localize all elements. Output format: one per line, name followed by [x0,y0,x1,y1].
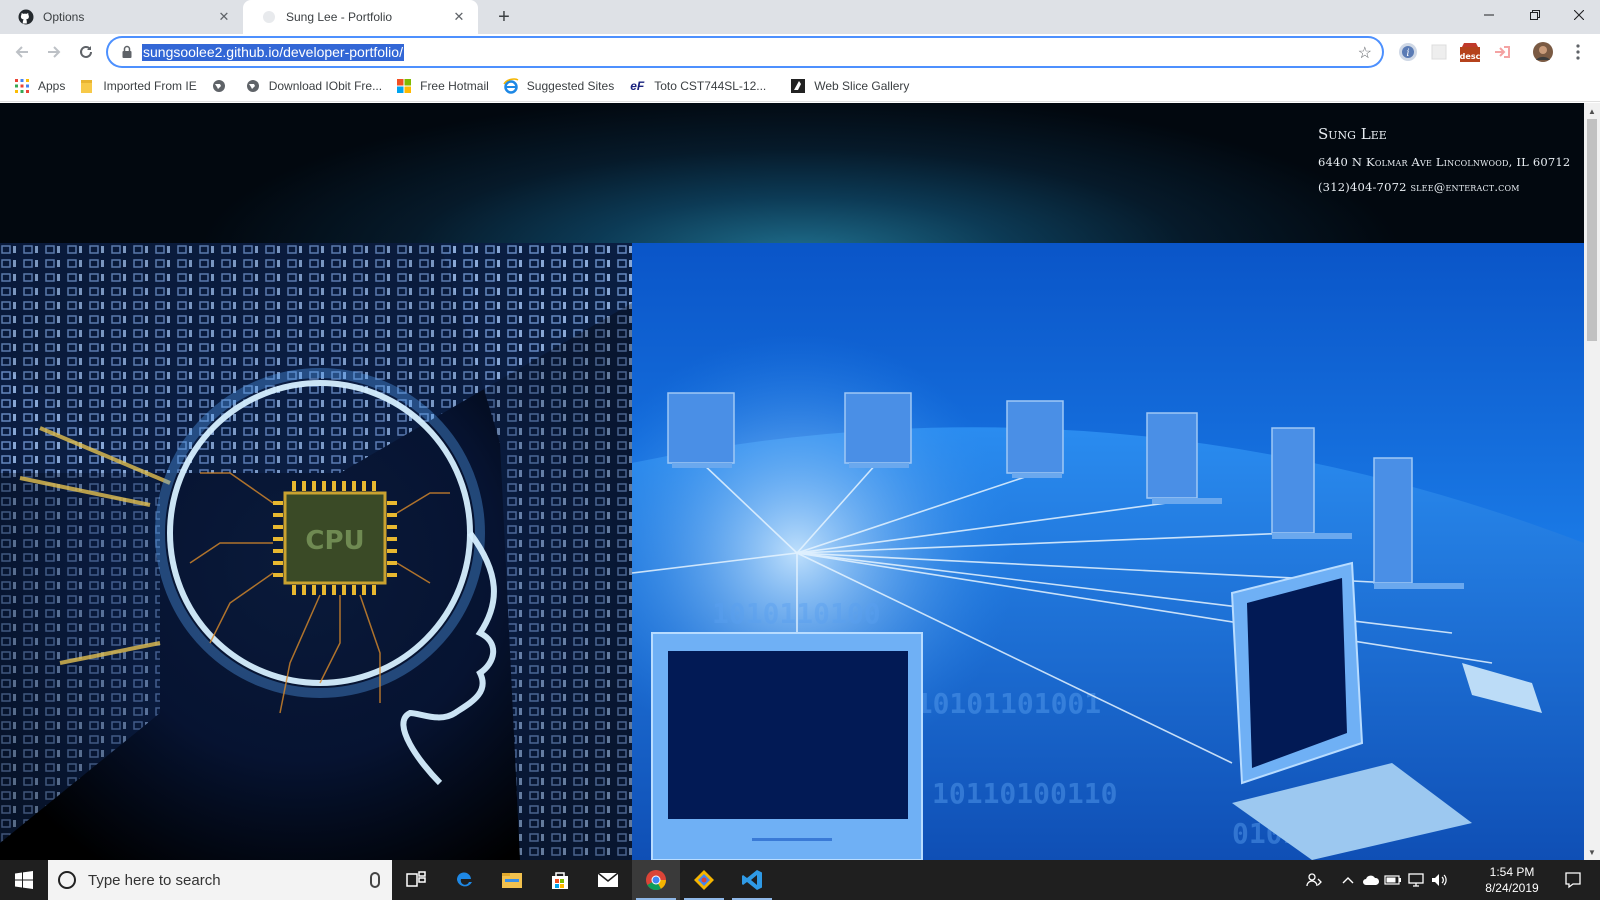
folder-icon [79,78,95,94]
bookmark-label: Apps [38,78,66,93]
bookmark-toto[interactable]: eF Toto CST744SL-12... [628,78,766,94]
store-icon[interactable] [536,860,584,900]
page-scrollbar[interactable]: ▲ ▼ [1584,103,1600,860]
svg-text:i: i [1406,48,1409,59]
tab-title: Options [43,10,85,24]
close-icon[interactable]: ✕ [215,8,233,26]
clock-date: 8/24/2019 [1485,881,1539,895]
close-window-icon[interactable] [1558,0,1600,30]
extension-desc-icon[interactable]: desc [1457,39,1483,65]
bookmark-download-iobit[interactable]: Download IObit Fre... [245,78,382,94]
web-slice-icon [790,78,806,94]
minimize-icon[interactable] [1466,0,1512,30]
people-icon[interactable] [1300,860,1328,900]
bookmark-globe[interactable] [211,78,235,94]
new-tab-button[interactable]: + [492,5,516,29]
cortana-icon [58,871,76,889]
search-placeholder: Type here to search [88,871,221,889]
close-icon[interactable]: ✕ [450,8,468,26]
contact-name: Sung Lee [1318,125,1387,143]
scroll-down-icon[interactable]: ▼ [1584,844,1600,860]
edge-icon[interactable] [440,860,488,900]
bookmark-star-icon[interactable]: ☆ [1358,43,1372,63]
file-explorer-icon[interactable] [488,860,536,900]
chevron-up-icon[interactable] [1338,860,1358,900]
bookmark-label: Web Slice Gallery [814,78,910,93]
ef-icon: eF [630,78,645,93]
windows-start-icon[interactable] [0,860,48,900]
bookmarks-bar: Apps Imported From IE Download IObit Fre… [0,70,1600,102]
globe-icon [211,78,227,94]
svg-text:10110100110: 10110100110 [932,777,1117,810]
scroll-thumb[interactable] [1587,119,1597,341]
network-computers-image: 1010110100 0110101101001 10110100110 010… [632,243,1584,860]
taskbar-search[interactable]: Type here to search [48,860,392,900]
bookmark-label: Free Hotmail [420,78,489,93]
tab-strip: Options ✕ Sung Lee - Portfolio ✕ + [0,0,1600,34]
github-icon [18,9,34,25]
clock-time: 1:54 PM [1489,865,1535,879]
menu-kebab-icon[interactable] [1568,39,1588,65]
bookmark-label: Suggested Sites [526,78,615,93]
task-view-icon[interactable] [392,860,440,900]
address-bar[interactable]: sungsoolee2.github.io/developer-portfoli… [107,37,1383,67]
globe-icon [245,78,261,94]
contact-address: 6440 N Kolmar Ave Lincolnwood, IL 60712 [1318,155,1571,169]
url-text[interactable]: sungsoolee2.github.io/developer-portfoli… [142,44,404,61]
contact-phone-email[interactable]: (312)404-7072 slee@enteract.com [1318,180,1570,194]
reload-icon[interactable] [72,38,100,66]
mail-icon[interactable] [584,860,632,900]
cpu-chip-icon: CPU [273,481,397,595]
sourcetree-icon[interactable] [680,860,728,900]
tab-portfolio[interactable]: Sung Lee - Portfolio ✕ [243,0,478,34]
svg-text:desc: desc [1460,52,1481,61]
svg-text:CPU: CPU [305,526,364,556]
windows-taskbar: Type here to search 1:54 PM 8/24/2019 [0,860,1600,900]
page-icon [261,9,277,25]
bookmark-free-hotmail[interactable]: Free Hotmail [396,78,489,94]
microphone-icon[interactable] [370,872,380,888]
battery-icon[interactable] [1382,860,1404,900]
bookmark-imported-from-ie[interactable]: Imported From IE [79,78,197,94]
extension-grid-icon[interactable] [1426,39,1452,65]
bookmark-suggested-sites[interactable]: Suggested Sites [503,77,615,94]
ie-icon [503,77,519,94]
extension-info-icon[interactable]: i [1395,39,1421,65]
bookmark-web-slice-gallery[interactable]: Web Slice Gallery [790,78,909,94]
network-icon[interactable] [1405,860,1427,900]
page-viewport: Sung Lee 6440 N Kolmar Ave Lincolnwood, … [0,103,1584,860]
extension-arrow-icon[interactable] [1489,39,1515,65]
windows-logo-icon [396,78,412,94]
contact-block: Sung Lee 6440 N Kolmar Ave Lincolnwood, … [1318,125,1570,205]
bookmark-label: Imported From IE [103,78,197,93]
forward-icon[interactable] [40,38,68,66]
onedrive-icon[interactable] [1360,860,1382,900]
volume-icon[interactable] [1428,860,1450,900]
bookmark-label: Toto CST744SL-12... [654,78,767,93]
browser-toolbar: sungsoolee2.github.io/developer-portfoli… [0,34,1600,70]
ai-brain-image: CPU [0,243,632,860]
apps-grid-icon [14,78,30,94]
header-banner: Sung Lee 6440 N Kolmar Ave Lincolnwood, … [0,103,1584,243]
back-icon[interactable] [8,38,36,66]
restore-icon[interactable] [1512,0,1558,30]
lock-icon[interactable] [120,45,134,59]
profile-avatar[interactable] [1530,39,1556,65]
bookmark-apps[interactable]: Apps [14,78,65,94]
notifications-icon[interactable] [1556,860,1590,900]
tab-title: Sung Lee - Portfolio [286,10,393,24]
tab-options[interactable]: Options ✕ [0,0,243,34]
chrome-icon[interactable] [632,860,680,900]
scroll-up-icon[interactable]: ▲ [1584,103,1600,119]
vscode-icon[interactable] [728,860,776,900]
bookmark-label: Download IObit Fre... [268,78,383,93]
taskbar-clock[interactable]: 1:54 PM 8/24/2019 [1474,864,1550,896]
